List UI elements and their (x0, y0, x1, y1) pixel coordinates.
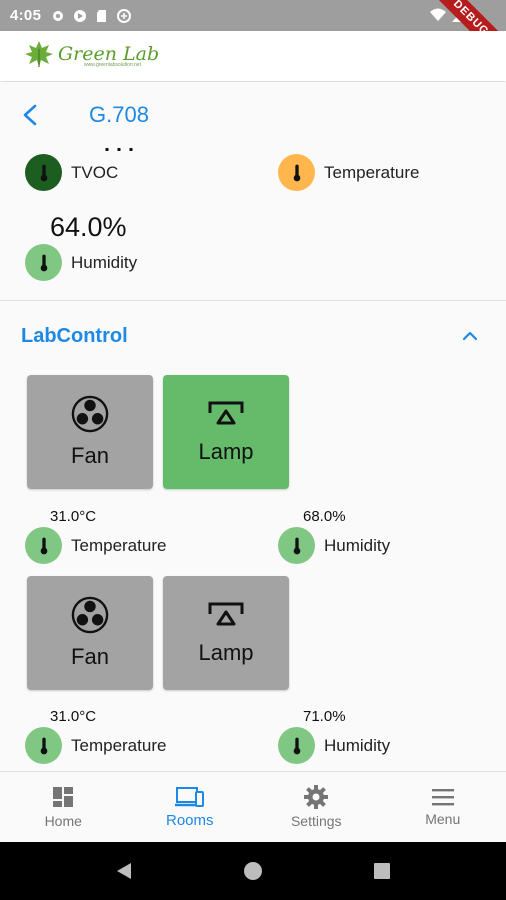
temperature-value: 31.0°C (50, 708, 97, 725)
nav-label: Menu (425, 811, 461, 827)
nav-menu[interactable]: Menu (380, 772, 506, 842)
humidity-sensor-top: Humidity (25, 244, 137, 281)
humidity-sensor: Humidity (278, 727, 390, 764)
fan-control[interactable]: Fan (27, 576, 153, 690)
control-label: Fan (71, 644, 109, 669)
sdcard-status-icon (95, 9, 109, 23)
gear-icon (304, 785, 329, 809)
system-back-button[interactable] (104, 851, 144, 891)
control-label: Lamp (198, 439, 254, 464)
back-button[interactable] (16, 101, 44, 129)
dashboard-icon (53, 787, 74, 807)
divider (0, 300, 506, 301)
fan-control[interactable]: Fan (27, 375, 153, 489)
status-bar: 4:05 DEBUG (0, 0, 506, 31)
triangle-back-icon (117, 863, 132, 879)
system-home-button[interactable] (233, 851, 273, 891)
brand-url: www.greenlabsolution.net (84, 61, 141, 68)
status-time: 4:05 (10, 7, 42, 24)
lamp-control[interactable]: Lamp (163, 375, 289, 489)
settings-status-icon (51, 9, 65, 23)
fan-icon (71, 596, 109, 634)
humidity-sensor: Humidity (278, 527, 390, 564)
tvoc-label: TVOC (71, 162, 119, 182)
section-title: LabControl (21, 325, 128, 347)
room-content[interactable]: TVOC Temperature 64.0% Humidity LabContr… (0, 148, 506, 771)
thermometer-icon (25, 154, 62, 191)
humidity-label: Humidity (71, 252, 138, 272)
tvoc-sensor: TVOC (25, 154, 118, 191)
humidity-label: Humidity (324, 535, 391, 555)
shield-status-icon (117, 8, 132, 23)
logo-bar: Green Lab www.greenlabsolution.net (0, 31, 506, 81)
control-label: Fan (71, 443, 109, 468)
temperature-value: 31.0°C (50, 508, 97, 525)
control-label: Lamp (198, 640, 254, 665)
thermometer-icon (25, 244, 62, 281)
temperature-sensor: Temperature (25, 527, 166, 564)
bottom-nav: Home Rooms Settings Menu (0, 771, 506, 842)
temperature-label: Temperature (71, 735, 167, 755)
nav-rooms[interactable]: Rooms (127, 772, 254, 842)
humidity-value: 68.0% (303, 508, 346, 525)
thermometer-icon (25, 727, 62, 764)
devices-icon (174, 786, 204, 807)
wifi-icon (430, 8, 446, 21)
humidity-value: 64.0% (50, 212, 127, 242)
lamp-icon (208, 602, 244, 626)
thermometer-icon (278, 154, 315, 191)
page-title: G.708 (89, 102, 149, 127)
hamburger-icon (431, 789, 454, 806)
thermometer-icon (278, 727, 315, 764)
scrolled-value-fragment (104, 148, 134, 152)
nav-settings[interactable]: Settings (253, 772, 380, 842)
temperature-label: Temperature (324, 162, 420, 182)
temperature-sensor: Temperature (25, 727, 166, 764)
nav-home[interactable]: Home (0, 772, 127, 842)
humidity-value: 71.0% (303, 708, 346, 725)
chevron-up-icon (462, 331, 478, 341)
leaf-logo-icon (24, 39, 54, 74)
circle-home-icon (243, 862, 262, 880)
app-bar: G.708 (0, 82, 506, 148)
nav-label: Rooms (165, 811, 214, 829)
nav-label: Home (44, 813, 82, 829)
humidity-label: Humidity (324, 735, 391, 755)
thermometer-icon (25, 527, 62, 564)
fan-icon (71, 395, 109, 433)
collapse-button[interactable] (458, 324, 482, 348)
chevron-left-icon (23, 104, 37, 126)
system-recents-button[interactable] (362, 851, 402, 891)
lamp-icon (208, 401, 244, 425)
temperature-label: Temperature (71, 535, 167, 555)
system-nav-bar (0, 842, 506, 900)
play-status-icon (73, 9, 87, 23)
square-recents-icon (373, 863, 390, 879)
temperature-sensor-top: Temperature (278, 154, 419, 191)
thermometer-icon (278, 527, 315, 564)
nav-label: Settings (290, 813, 342, 829)
lamp-control[interactable]: Lamp (163, 576, 289, 690)
